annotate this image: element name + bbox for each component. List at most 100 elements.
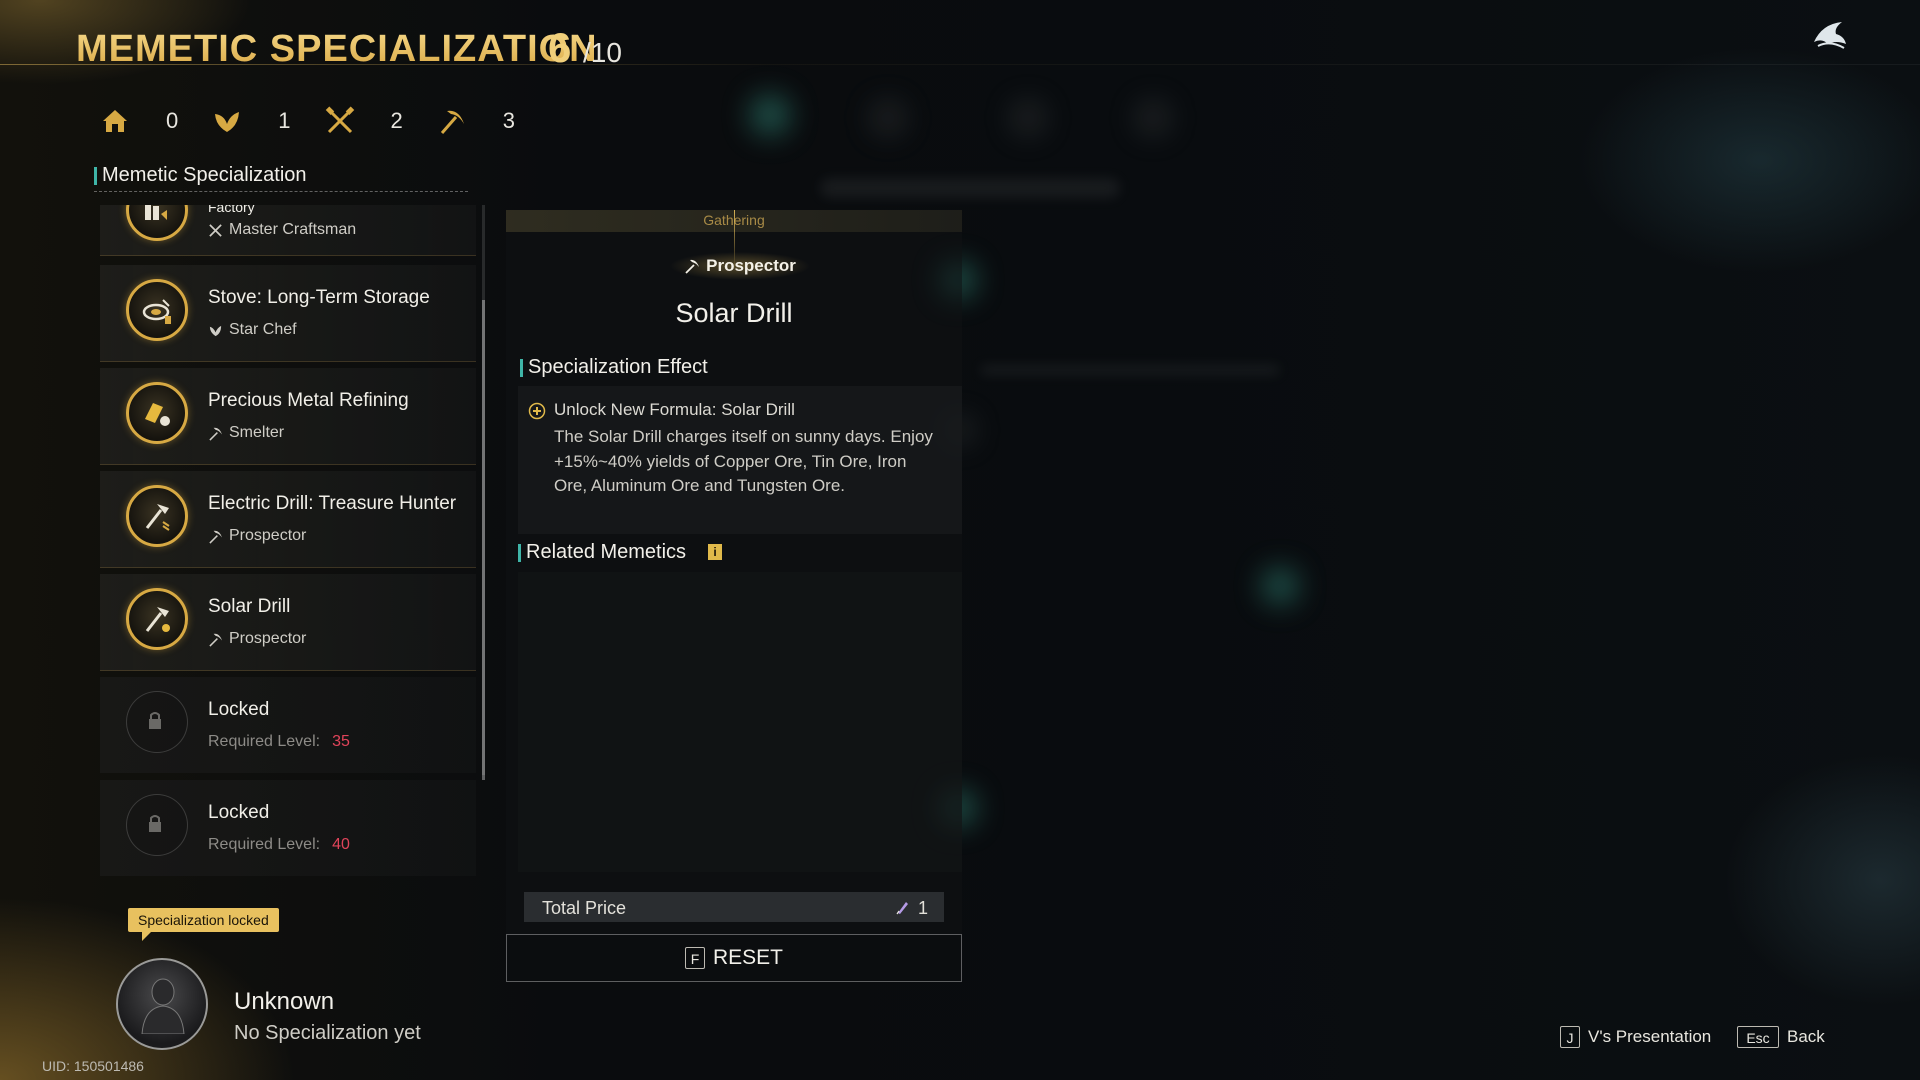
- detail-title: Solar Drill: [675, 298, 793, 328]
- item-name: Stove: Long-Term Storage: [208, 287, 430, 308]
- section-divider: [94, 191, 468, 192]
- home-icon: [103, 110, 127, 132]
- plus-circle-icon: [528, 402, 546, 420]
- presentation-label: V's Presentation: [1588, 1027, 1712, 1046]
- specialization-list: Factory Master Craftsman Stove: Long-Ter…: [100, 205, 478, 885]
- item-sub-label: Prospector: [229, 630, 307, 647]
- required-level-value: 35: [332, 733, 350, 750]
- back-button[interactable]: Esc Back: [1737, 1026, 1825, 1048]
- crystal-icon: [896, 902, 908, 915]
- pickaxe-icon: [209, 427, 223, 441]
- drill-icon: [145, 504, 170, 531]
- item-name: Solar Drill: [208, 596, 291, 617]
- specialization-tag: Prospector: [670, 252, 810, 280]
- list-item[interactable]: Precious Metal Refining Smelter: [100, 368, 476, 465]
- item-badge: [126, 794, 188, 856]
- avatar[interactable]: [116, 958, 208, 1050]
- item-sub: Smelter: [208, 424, 284, 442]
- list-item-locked[interactable]: Locked Required Level: 35: [100, 677, 476, 773]
- item-sub-label: Star Chef: [229, 321, 297, 338]
- item-sub: Required Level: 40: [208, 836, 350, 854]
- list-item-selected[interactable]: Solar Drill Prospector: [100, 574, 476, 671]
- user-id: UID: 150501486: [42, 1058, 144, 1074]
- item-sub-label: Master Craftsman: [229, 221, 357, 238]
- item-name: Factory: [208, 205, 255, 215]
- silhouette-icon: [141, 978, 185, 1034]
- item-badge: [126, 279, 188, 341]
- list-scrollbar-thumb[interactable]: [482, 300, 485, 780]
- crossed-tools-icon: [325, 106, 354, 134]
- pickaxe-icon: [440, 110, 464, 134]
- item-name: Electric Drill: Treasure Hunter: [208, 493, 457, 514]
- item-badge: [126, 382, 188, 444]
- item-sub-label: Prospector: [229, 527, 307, 544]
- stat-crafting-value: 2: [390, 108, 403, 133]
- list-item[interactable]: Factory Master Craftsman: [100, 205, 476, 256]
- required-level-label: Required Level:: [208, 836, 321, 853]
- pickaxe-icon: [209, 530, 223, 544]
- back-label: Back: [1787, 1027, 1825, 1046]
- bg-node: [1262, 568, 1298, 604]
- category-stats: 0 1 2 3: [100, 106, 549, 136]
- price-value: 1: [918, 898, 929, 918]
- required-level-label: Required Level:: [208, 733, 321, 750]
- stove-icon: [142, 299, 171, 324]
- pickaxe-icon: [685, 259, 700, 274]
- item-badge: [126, 588, 188, 650]
- reset-key-hint: F: [684, 947, 705, 969]
- crossed-tools-icon: [209, 223, 222, 237]
- related-heading: Related Memetics: [517, 541, 687, 563]
- gold-bar-icon: [145, 403, 170, 426]
- stat-gathering[interactable]: 3: [437, 106, 515, 136]
- leaf-icon: [209, 325, 222, 336]
- lock-icon: [149, 815, 161, 832]
- pickaxe-icon: [209, 633, 223, 647]
- required-level-value: 40: [332, 836, 350, 853]
- item-sub: Prospector: [208, 527, 306, 545]
- item-sub: Required Level: 35: [208, 733, 350, 751]
- effect-heading: Specialization Effect: [520, 356, 708, 378]
- specialization-locked-tooltip: Specialization locked: [128, 908, 279, 941]
- bg-node: [870, 100, 906, 136]
- bg-node: [1010, 100, 1046, 136]
- item-name: Locked: [208, 699, 270, 720]
- stat-home-value: 0: [166, 108, 179, 133]
- item-sub: Prospector: [208, 630, 306, 648]
- price-label: Total Price: [542, 898, 627, 918]
- presentation-key-hint: J: [1560, 1026, 1580, 1048]
- profile-name: Unknown: [234, 988, 335, 1015]
- factory-icon: [145, 205, 167, 220]
- bg-label: [820, 178, 1120, 198]
- list-item[interactable]: Electric Drill: Treasure Hunter Prospect…: [100, 471, 476, 568]
- stat-gathering-value: 3: [502, 108, 515, 133]
- item-sub: Master Craftsman: [208, 221, 356, 239]
- stat-cooking[interactable]: 1: [212, 106, 291, 136]
- item-sub: Star Chef: [208, 321, 297, 339]
- presentation-button[interactable]: J V's Presentation: [1560, 1026, 1711, 1048]
- list-item-locked[interactable]: Locked Required Level: 40: [100, 780, 476, 876]
- item-name: Locked: [208, 802, 270, 823]
- bg-node: [1135, 100, 1171, 136]
- effect-title: Unlock New Formula: Solar Drill: [554, 400, 795, 419]
- stat-crafting[interactable]: 2: [325, 106, 403, 136]
- reset-label: RESET: [712, 946, 783, 969]
- stat-cooking-value: 1: [278, 108, 291, 133]
- lock-icon: [149, 712, 161, 729]
- item-sub-label: Smelter: [229, 424, 285, 441]
- item-badge: [126, 205, 188, 241]
- header-divider: [0, 64, 1920, 65]
- specialization-tag-label: Prospector: [706, 256, 796, 275]
- reset-button[interactable]: F RESET: [506, 934, 962, 982]
- item-badge: [126, 485, 188, 547]
- leaf-icon: [215, 112, 240, 132]
- item-badge: [126, 691, 188, 753]
- effect-description: The Solar Drill charges itself on sunny …: [554, 427, 933, 495]
- back-key-hint: Esc: [1737, 1026, 1779, 1048]
- bg-node: [750, 95, 790, 135]
- game-logo-icon: [1814, 22, 1846, 49]
- stat-home[interactable]: 0: [100, 106, 178, 136]
- profile-status: No Specialization yet: [234, 1022, 421, 1044]
- list-item[interactable]: Stove: Long-Term Storage Star Chef: [100, 265, 476, 362]
- left-section-title: Memetic Specialization: [94, 164, 307, 186]
- info-icon[interactable]: i: [708, 544, 722, 560]
